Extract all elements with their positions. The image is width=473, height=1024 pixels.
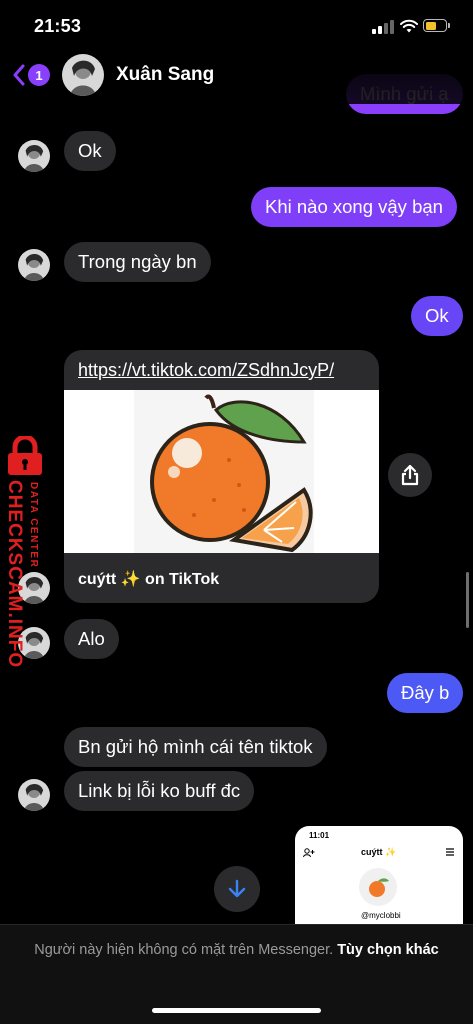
scroll-to-bottom-button[interactable]	[214, 866, 260, 912]
thumb-avatar	[359, 868, 397, 906]
watermark: CHECKSCAM.INFO DATA CENTER	[0, 436, 58, 669]
thumb-handle: @myclobbi	[361, 911, 401, 920]
watermark-text: CHECKSCAM.INFO	[4, 480, 25, 669]
divider	[0, 924, 473, 925]
link-url[interactable]: https://vt.tiktok.com/ZSdhnJcyP/	[78, 360, 334, 381]
battery-icon	[423, 19, 447, 32]
message-bubble-incoming[interactable]: Link bị lỗi ko buff đc	[64, 771, 255, 811]
battery-tip	[448, 23, 450, 28]
watermark-subtext: DATA CENTER	[28, 482, 39, 569]
share-button[interactable]	[388, 453, 432, 497]
wifi-icon	[400, 19, 418, 33]
image-attachment[interactable]: 11:01 cuýtt ✨ @myclobbi	[295, 826, 463, 926]
add-user-icon	[303, 848, 315, 858]
footer-notice: Người này hiện không có mặt trên Messeng…	[0, 924, 473, 1024]
home-indicator[interactable]	[152, 1008, 321, 1013]
sender-avatar	[18, 779, 50, 811]
status-time: 21:53	[34, 16, 82, 36]
contact-avatar[interactable]	[62, 54, 104, 96]
message-bubble-incoming[interactable]: Alo	[64, 619, 119, 659]
contact-name[interactable]: Xuân Sang	[116, 64, 214, 86]
cellular-signal-icon	[372, 20, 394, 34]
message-bubble-outgoing[interactable]: Ok	[411, 296, 463, 336]
scrollbar[interactable]	[466, 572, 469, 628]
sender-avatar	[18, 249, 50, 281]
arrow-down-icon	[228, 879, 246, 898]
unread-badge: 1	[28, 64, 50, 86]
menu-icon	[446, 848, 454, 856]
link-preview-card[interactable]: https://vt.tiktok.com/ZSdhnJcyP/ cuýtt ✨…	[64, 350, 379, 603]
chevron-left-icon	[13, 64, 25, 86]
orange-illustration	[64, 390, 379, 553]
link-title: cuýtt ✨ on TikTok	[78, 571, 220, 588]
sender-avatar	[18, 140, 50, 172]
more-options-link[interactable]: Tùy chọn khác	[337, 942, 439, 958]
message-bubble-incoming[interactable]: Bn gửi hộ mình cái tên tiktok	[64, 727, 327, 767]
message-bubble-outgoing[interactable]: Đây b	[387, 673, 464, 713]
lock-icon	[8, 436, 42, 475]
notice-text: Người này hiện không có mặt trên Messeng…	[34, 942, 334, 958]
message-bubble-outgoing[interactable]: Khi nào xong vậy bạn	[251, 187, 457, 227]
message-bubble-incoming[interactable]: Trong ngày bn	[64, 242, 211, 282]
link-preview-image	[64, 390, 379, 553]
share-icon	[401, 464, 419, 486]
thumb-status-time: 11:01	[309, 831, 330, 840]
unavailable-notice: Người này hiện không có mặt trên Messeng…	[30, 940, 443, 960]
message-bubble-incoming[interactable]: Ok	[64, 131, 116, 171]
thumb-username: cuýtt ✨	[361, 847, 397, 857]
